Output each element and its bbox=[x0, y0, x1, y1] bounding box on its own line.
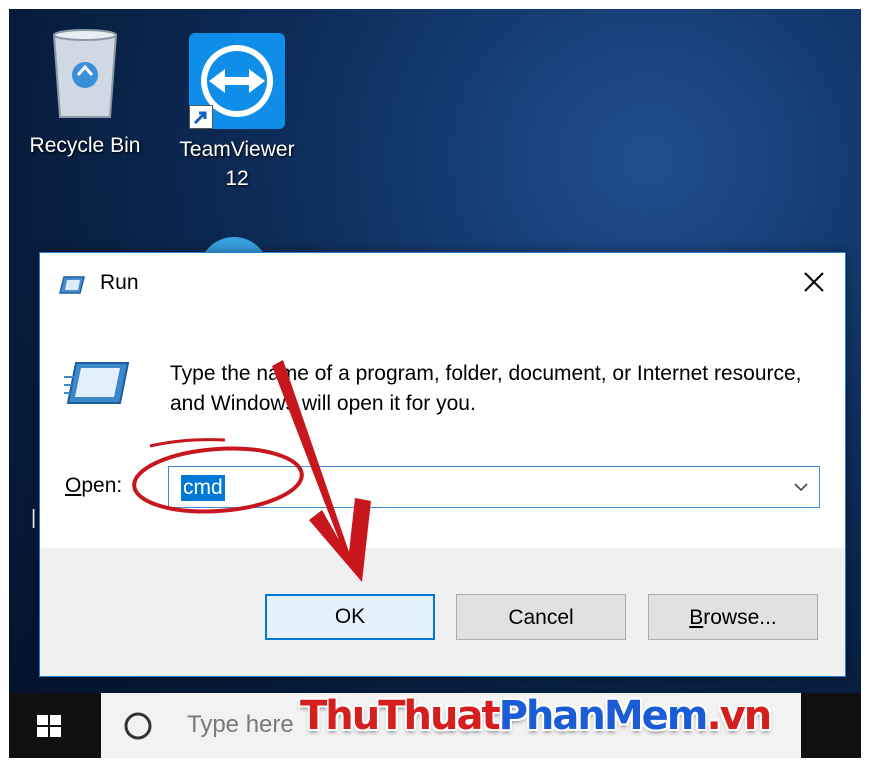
cancel-button[interactable]: Cancel bbox=[456, 594, 626, 640]
recycle-bin-label: Recycle Bin bbox=[29, 134, 141, 157]
browse-label: rowse... bbox=[703, 606, 777, 629]
run-dialog: Run Type the name of a program, folder, … bbox=[39, 252, 846, 677]
open-label: Open: bbox=[65, 474, 122, 498]
teamviewer-label-line2: 12 bbox=[225, 167, 249, 190]
chevron-down-icon[interactable] bbox=[791, 477, 811, 497]
shortcut-arrow-icon bbox=[189, 105, 213, 129]
partial-desktop-icon: | bbox=[31, 507, 37, 529]
watermark-part3: .vn bbox=[706, 693, 772, 739]
teamviewer-icon bbox=[189, 33, 285, 129]
start-button[interactable] bbox=[29, 707, 69, 745]
open-combobox[interactable]: cmd bbox=[168, 466, 820, 508]
desktop-icon-teamviewer[interactable]: TeamViewer 12 bbox=[167, 29, 307, 193]
browse-button[interactable]: Browse... bbox=[648, 594, 818, 640]
search-placeholder: Type here bbox=[187, 711, 294, 738]
recycle-bin-icon bbox=[50, 29, 120, 121]
close-button[interactable] bbox=[792, 263, 836, 301]
dialog-description: Type the name of a program, folder, docu… bbox=[170, 362, 802, 415]
dialog-body: Type the name of a program, folder, docu… bbox=[40, 311, 845, 548]
windows-logo-icon bbox=[37, 715, 61, 737]
open-label-accesskey: O bbox=[65, 474, 82, 497]
open-input-value[interactable]: cmd bbox=[181, 475, 225, 501]
browse-accesskey: B bbox=[689, 606, 704, 629]
watermark: ThuThuatPhanMem.vn bbox=[300, 693, 772, 739]
dialog-title: Run bbox=[100, 271, 139, 294]
teamviewer-label: TeamViewer bbox=[179, 138, 295, 161]
run-icon bbox=[58, 275, 86, 300]
close-icon bbox=[804, 272, 824, 292]
dialog-button-bar: OK Cancel Browse... bbox=[40, 548, 845, 676]
open-label-text: pen: bbox=[81, 474, 123, 497]
watermark-part1: ThuThuat bbox=[300, 693, 501, 739]
desktop: Recycle Bin TeamViewer 12 | Run Type the… bbox=[9, 9, 861, 758]
cortana-circle-icon bbox=[123, 711, 153, 741]
dialog-titlebar[interactable]: Run bbox=[40, 253, 845, 311]
ok-button[interactable]: OK bbox=[265, 594, 435, 640]
desktop-icon-recycle-bin[interactable]: Recycle Bin bbox=[15, 29, 155, 160]
watermark-part2: PhanMem bbox=[498, 693, 709, 739]
run-large-icon bbox=[64, 361, 130, 410]
